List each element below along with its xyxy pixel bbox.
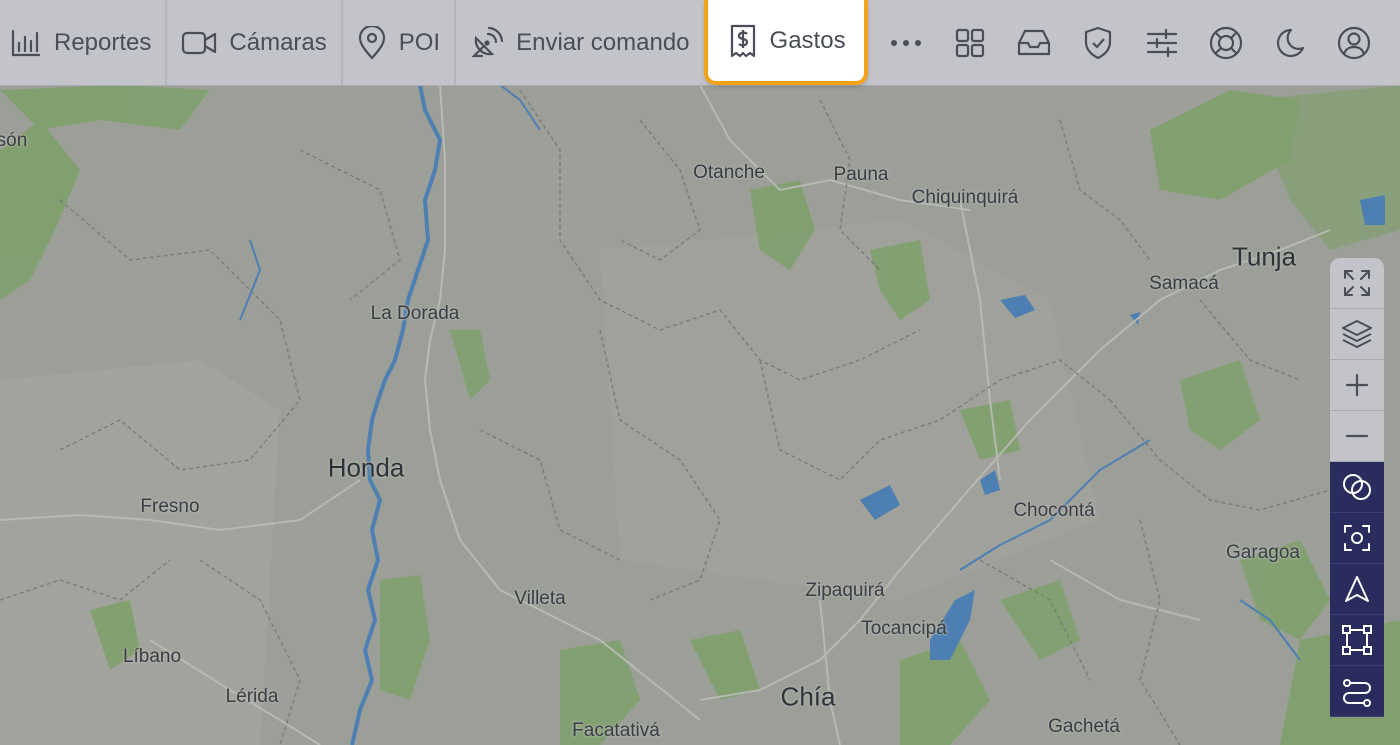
nav-camaras[interactable]: Cámaras [167,0,343,85]
map-toolbar [1330,258,1384,717]
map-label-son: són [0,130,28,151]
map-label-libano: Líbano [122,646,182,667]
map-label-fresno: Fresno [140,496,200,517]
map-label-garagoa: Garagoa [1226,542,1300,563]
navigate-button[interactable] [1330,564,1384,615]
nav-enviar-comando[interactable]: Enviar comando [456,0,703,85]
map-pin-icon [358,25,385,60]
navigate-icon [1345,576,1369,602]
layers-button[interactable] [1330,309,1384,360]
map-label-chiquinquira: Chiquinquirá [911,187,1019,208]
video-camera-icon [182,31,217,54]
map-label-tunja: Tunja [1231,241,1297,272]
route-button[interactable] [1330,666,1384,717]
geofence-button[interactable] [1330,462,1384,513]
lifebuoy-icon [1209,26,1242,59]
map-label-villeta: Villeta [514,588,566,609]
map-label-zipaquira: Zipaquirá [805,580,885,601]
bar-chart-icon [11,29,41,56]
map-label-choconta: Chocontá [1013,500,1095,521]
route-icon [1343,679,1371,707]
user-circle-icon [1337,26,1370,59]
user-account-button[interactable] [1322,0,1386,85]
nav-poi-label: POI [398,28,441,56]
select-area-button[interactable] [1330,615,1384,666]
more-dots-icon [890,39,921,46]
select-area-icon [1342,625,1372,655]
nav-reportes-label: Reportes [54,28,152,56]
map-canvas[interactable]: són Otanche Pauna Chiquinquirá Tunja Sam… [0,0,1400,745]
nav-camaras-label: Cámaras [229,28,327,56]
inbox-icon [1017,29,1050,55]
zoom-in-button[interactable] [1330,360,1384,411]
zoom-in-icon [1345,373,1369,397]
receipt-dollar-icon [730,24,755,57]
security-button[interactable] [1066,0,1130,85]
apps-grid-button[interactable] [938,0,1002,85]
apps-grid-icon [955,28,984,57]
nav-gastos-label: Gastos [769,26,846,54]
zoom-out-button[interactable] [1330,411,1384,462]
fullscreen-icon [1344,270,1370,296]
sliders-icon [1146,28,1177,57]
help-button[interactable] [1194,0,1258,85]
map-label-chia: Chía [780,681,836,712]
dark-mode-toggle[interactable] [1258,0,1322,85]
zoom-out-icon [1345,434,1369,438]
map-background [0,0,1400,745]
focus-icon [1344,525,1370,551]
settings-sliders-button[interactable] [1130,0,1194,85]
map-label-honda: Honda [327,452,405,483]
moon-icon [1276,28,1304,57]
geofence-icon [1343,474,1371,500]
map-label-tocancipa: Tocancipá [861,618,947,639]
map-label-lerida: Lérida [225,686,279,707]
map-label-gacheta: Gachetá [1048,716,1120,737]
top-navigation-bar: Reportes Cámaras POI Enviar comando Gast… [0,0,1400,86]
map-label-samaca: Samacá [1149,273,1219,294]
satellite-dish-icon [471,26,504,57]
layers-icon [1342,320,1372,348]
nav-gastos[interactable]: Gastos [703,0,868,85]
nav-enviar-comando-label: Enviar comando [516,28,690,56]
nav-poi[interactable]: POI [343,0,457,85]
map-label-la-dorada: La Dorada [370,303,460,324]
focus-button[interactable] [1330,513,1384,564]
fullscreen-button[interactable] [1330,258,1384,309]
nav-reportes[interactable]: Reportes [0,0,168,85]
shield-check-icon [1084,26,1111,59]
map-label-pauna: Pauna [833,164,889,185]
more-button[interactable] [874,0,938,85]
inbox-button[interactable] [1002,0,1066,85]
map-label-otanche: Otanche [693,162,765,183]
map-label-facatativa: Facatativá [572,720,660,741]
